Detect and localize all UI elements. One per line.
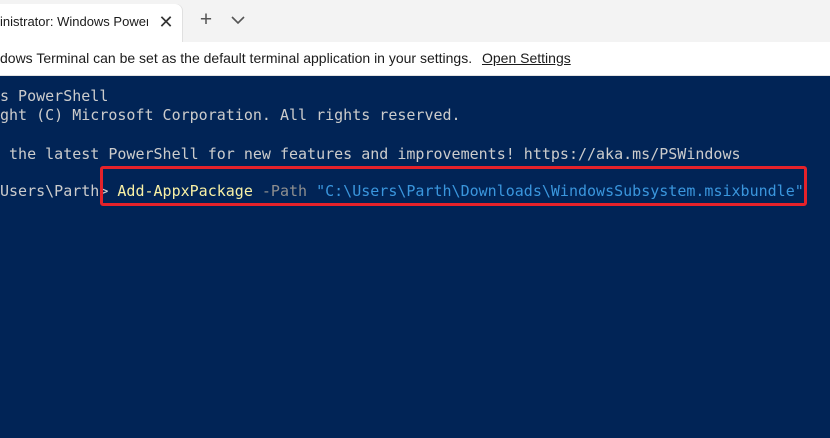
highlight-box bbox=[100, 166, 807, 206]
tab-powershell[interactable]: inistrator: Windows PowerS ✕ bbox=[0, 4, 182, 42]
terminal-line-update-notice: the latest PowerShell for new features a… bbox=[0, 145, 741, 163]
terminal-line-banner: s PowerShell bbox=[0, 87, 109, 105]
tab-strip: inistrator: Windows PowerS ✕ + bbox=[0, 0, 830, 43]
terminal-line-copyright: ght (C) Microsoft Corporation. All right… bbox=[0, 106, 461, 124]
chevron-down-icon[interactable] bbox=[230, 13, 246, 25]
info-message: dows Terminal can be set as the default … bbox=[0, 50, 473, 66]
terminal-output[interactable]: s PowerShell ght (C) Microsoft Corporati… bbox=[0, 76, 830, 438]
info-bar: dows Terminal can be set as the default … bbox=[0, 42, 830, 76]
open-settings-link[interactable]: Open Settings bbox=[482, 50, 571, 66]
close-icon[interactable]: ✕ bbox=[157, 12, 175, 32]
plus-icon[interactable]: + bbox=[196, 9, 216, 30]
tab-title: inistrator: Windows PowerS bbox=[0, 14, 148, 29]
